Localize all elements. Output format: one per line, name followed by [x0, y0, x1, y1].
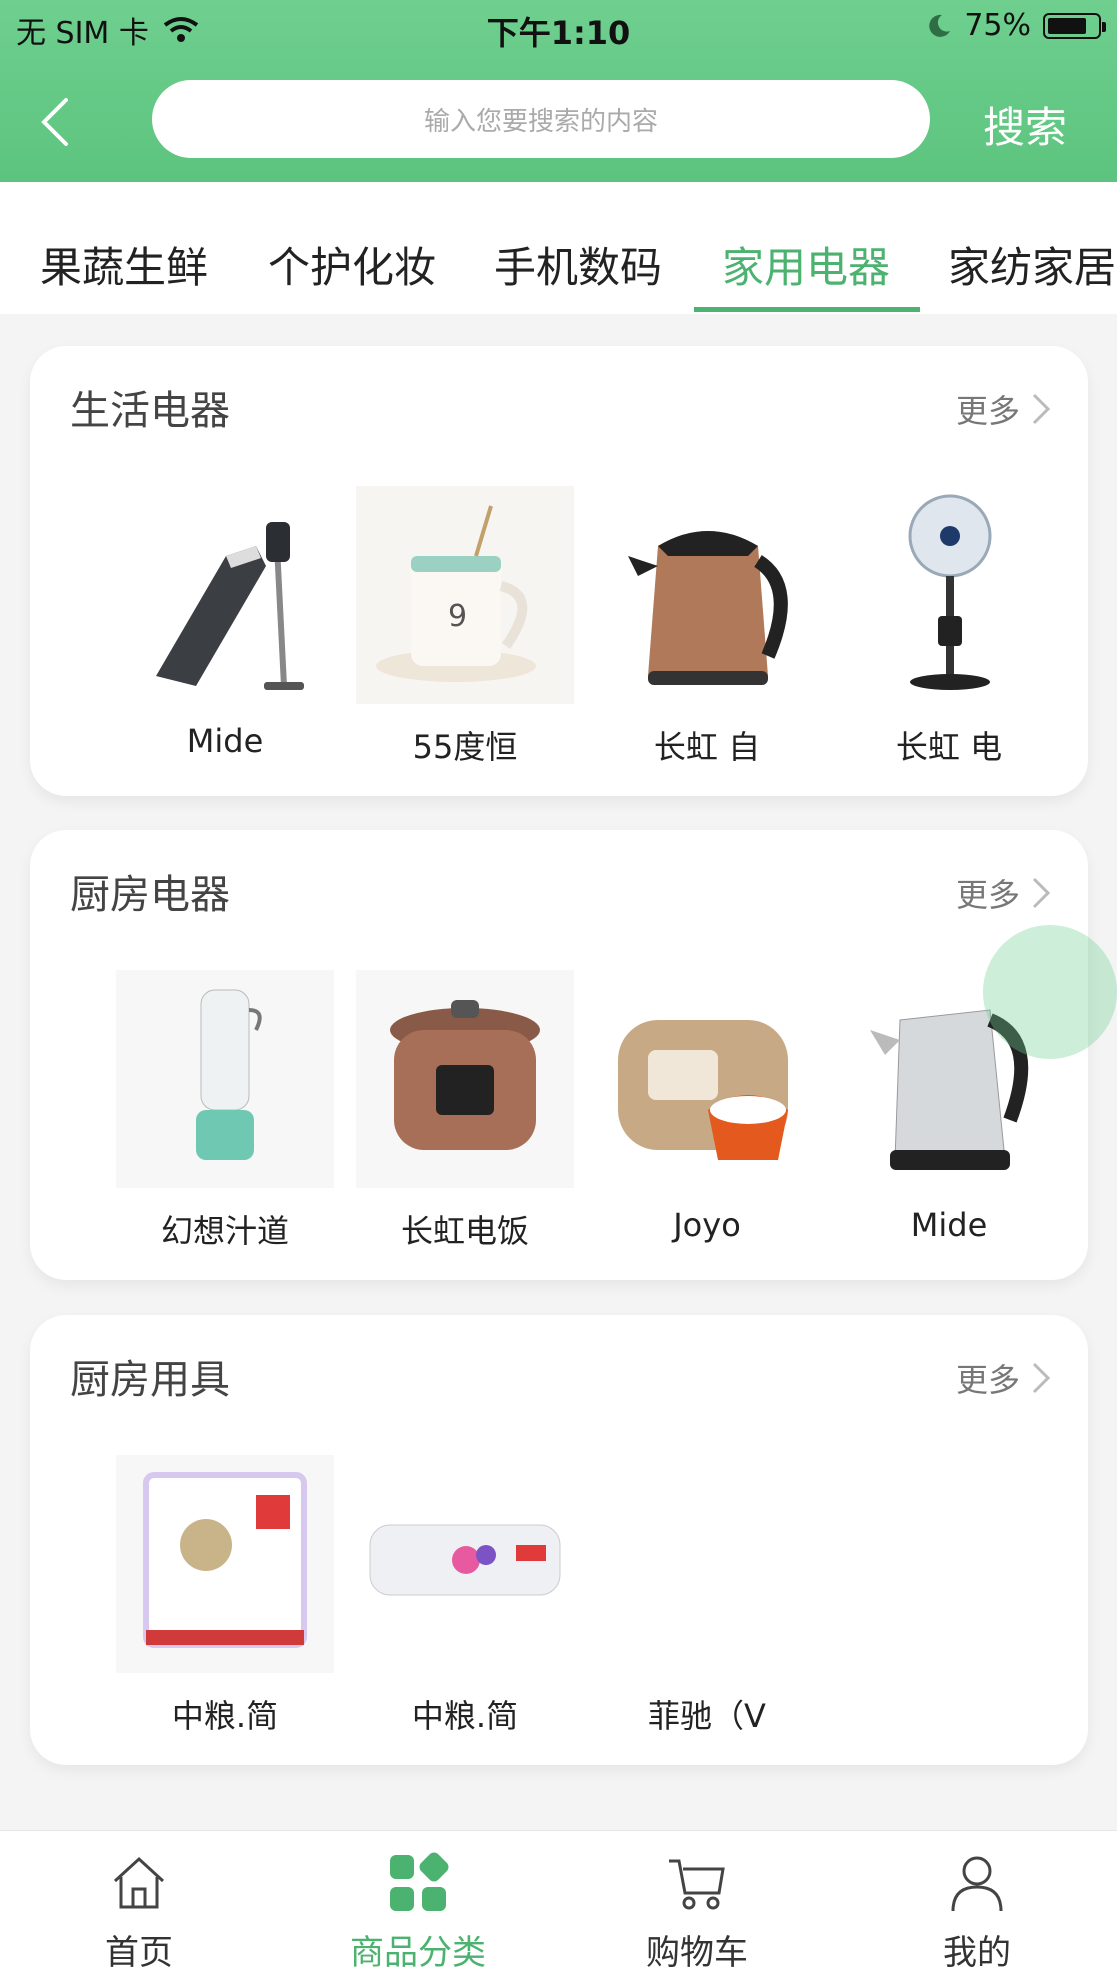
- section-living-appliances: 生活电器 更多 Mide 9 55度恒 长虹 自 长虹 电: [30, 346, 1088, 796]
- search-placeholder: 输入您要搜索的内容: [423, 106, 658, 137]
- tab-personal-care[interactable]: 个护化妆: [268, 234, 436, 295]
- more-link[interactable]: 更多: [956, 386, 1052, 432]
- search-bar: 输入您要搜索的内容 搜索: [0, 70, 1117, 170]
- chevron-right-icon: [1032, 1362, 1051, 1394]
- product-name: 长虹 自: [653, 728, 761, 766]
- category-tabs: 果蔬生鲜 个护化妆 手机数码 家用电器 家纺家居: [0, 182, 1117, 314]
- product-item[interactable]: 菲驰（V: [598, 1455, 816, 1737]
- tab-fresh-produce[interactable]: 果蔬生鲜: [40, 234, 208, 295]
- product-name: 长虹电饭: [400, 1212, 529, 1250]
- tab-digital[interactable]: 手机数码: [494, 234, 662, 295]
- kettle-icon: [598, 486, 816, 704]
- product-name: 55度恒: [412, 728, 518, 766]
- battery-percent: 75%: [964, 8, 1031, 43]
- fan-icon: [840, 486, 1058, 704]
- tab-label: 首页: [105, 1933, 173, 1973]
- home-icon: [113, 1856, 165, 1909]
- product-name: 中粮.简: [171, 1697, 279, 1735]
- chevron-right-icon: [1032, 393, 1051, 425]
- product-name: 幻想汁道: [160, 1212, 289, 1250]
- product-name: 菲驰（V: [648, 1697, 766, 1735]
- product-name: 长虹 电: [895, 728, 1003, 766]
- floating-assist-bubble[interactable]: [983, 925, 1117, 1059]
- tab-label: 商品分类: [350, 1933, 486, 1973]
- top-header: 无 SIM 卡 下午1:10 75% 输入您要搜索的内容 搜索: [0, 0, 1117, 182]
- tab-category[interactable]: 商品分类: [318, 1851, 518, 1974]
- section-kitchen-appliances: 厨房电器 更多 幻想汁道 长虹电饭 Joyo Mide: [30, 830, 1088, 1280]
- tab-home[interactable]: 首页: [39, 1851, 239, 1974]
- warmer-mug-icon: 9: [356, 486, 574, 704]
- product-item[interactable]: Joyo: [598, 970, 816, 1244]
- product-name: 中粮.简: [411, 1697, 519, 1735]
- blank-icon: [598, 1455, 816, 1673]
- user-icon: [951, 1856, 1003, 1912]
- bottom-tabbar: 首页 商品分类 购物车 我的: [0, 1830, 1117, 1988]
- battery-icon: [1043, 12, 1106, 39]
- product-name: Mide: [186, 722, 264, 760]
- pressure-cooker-icon: [356, 970, 574, 1188]
- more-label: 更多: [955, 392, 1020, 430]
- section-title: 厨房电器: [70, 872, 230, 918]
- more-label: 更多: [955, 876, 1020, 914]
- product-item[interactable]: 长虹 自: [598, 486, 816, 768]
- active-tab-indicator: [694, 307, 920, 312]
- back-arrow-icon[interactable]: [32, 94, 82, 150]
- cling-film-icon: [356, 1455, 574, 1673]
- more-label: 更多: [955, 1361, 1020, 1399]
- product-item[interactable]: 中粮.简: [116, 1455, 334, 1737]
- product-name: Mide: [910, 1206, 988, 1244]
- more-link[interactable]: 更多: [956, 1355, 1052, 1401]
- product-item[interactable]: Mide: [116, 486, 334, 760]
- cart-icon: [669, 1859, 725, 1910]
- section-title: 生活电器: [70, 388, 230, 434]
- chevron-right-icon: [1032, 877, 1051, 909]
- product-item[interactable]: 长虹电饭: [356, 970, 574, 1252]
- category-icon: [390, 1852, 449, 1911]
- tab-label: 购物车: [646, 1933, 748, 1973]
- product-item[interactable]: 幻想汁道: [116, 970, 334, 1252]
- search-input[interactable]: 输入您要搜索的内容: [152, 80, 930, 158]
- search-button[interactable]: 搜索: [983, 94, 1067, 155]
- more-link[interactable]: 更多: [956, 870, 1052, 916]
- tab-profile[interactable]: 我的: [877, 1851, 1077, 1974]
- tab-home-appliances[interactable]: 家用电器: [722, 234, 890, 295]
- section-kitchen-utensils: 厨房用具 更多 中粮.简 中粮.简 菲驰（V: [30, 1315, 1088, 1765]
- garbage-bags-icon: [116, 1455, 334, 1673]
- vacuum-icon: [116, 486, 334, 704]
- tab-cart[interactable]: 购物车: [597, 1851, 797, 1974]
- tab-home-textiles[interactable]: 家纺家居: [948, 234, 1116, 295]
- product-item[interactable]: 长虹 电: [840, 486, 1058, 768]
- product-item[interactable]: 中粮.简: [356, 1455, 574, 1737]
- svg-text:9: 9: [448, 599, 467, 634]
- status-bar: 无 SIM 卡 下午1:10 75%: [0, 0, 1117, 56]
- moon-icon: [929, 14, 951, 37]
- product-name: Joyo: [673, 1206, 741, 1244]
- tab-label: 我的: [943, 1933, 1011, 1973]
- product-item[interactable]: 9 55度恒: [356, 486, 574, 768]
- juicer-icon: [116, 970, 334, 1188]
- section-title: 厨房用具: [70, 1357, 230, 1403]
- rice-cooker-icon: [598, 970, 816, 1188]
